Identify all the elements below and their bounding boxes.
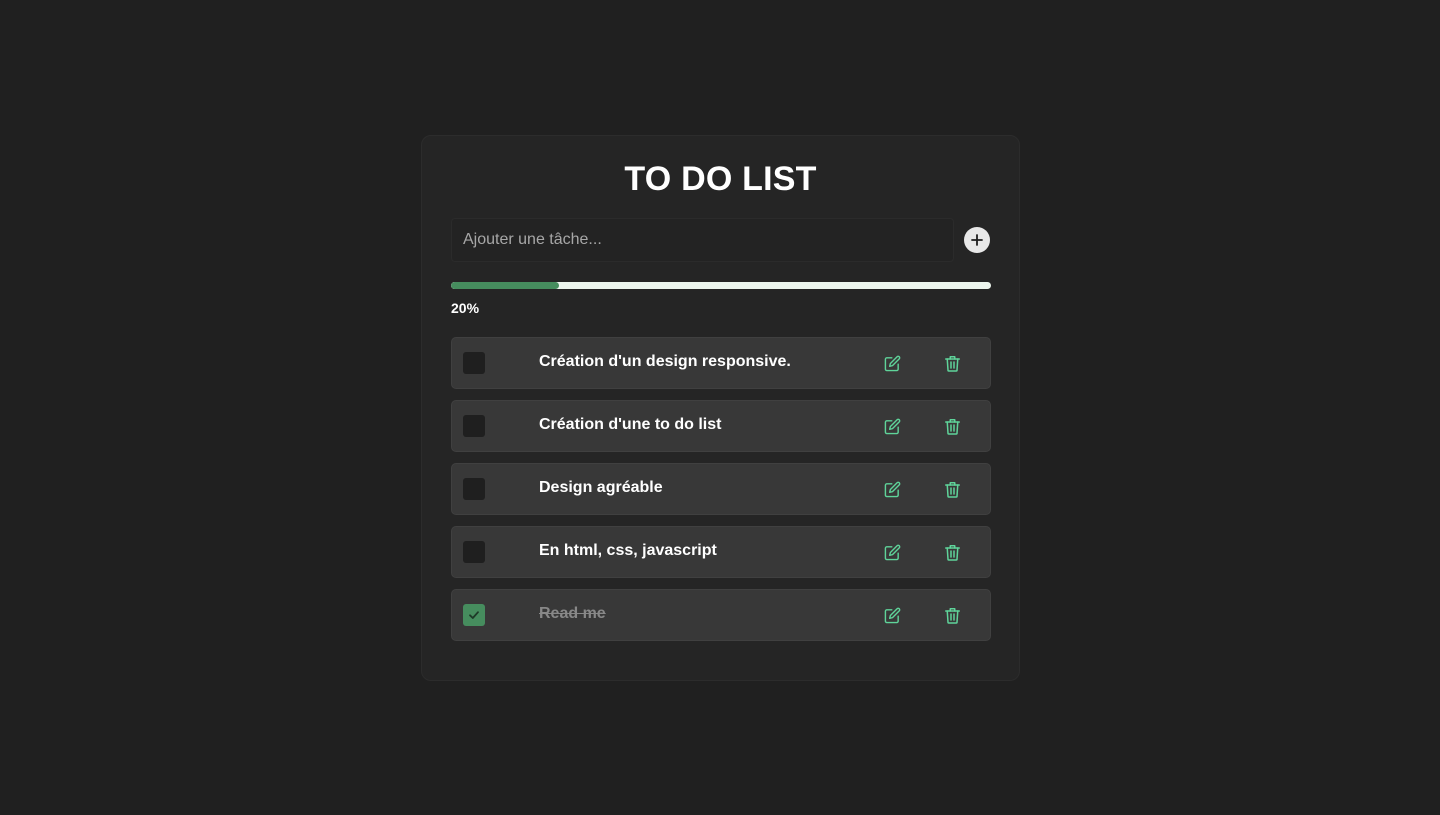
task-checkbox[interactable] [463, 541, 485, 563]
trash-icon [944, 418, 960, 435]
task-input[interactable] [451, 218, 955, 262]
task-list: Création d'un design responsive. Créatio… [451, 337, 991, 641]
pencil-square-icon [884, 481, 900, 497]
task-item: Création d'un design responsive. [451, 337, 991, 389]
pencil-square-icon [884, 544, 900, 560]
edit-button[interactable] [882, 605, 902, 625]
task-item: En html, css, javascript [451, 526, 991, 578]
edit-button[interactable] [882, 542, 902, 562]
trash-icon [944, 355, 960, 372]
edit-button[interactable] [882, 416, 902, 436]
progress-label: 20% [451, 300, 480, 316]
task-item: Design agréable [451, 463, 991, 515]
delete-button[interactable] [942, 542, 962, 562]
task-text: Création d'une to do list [539, 416, 722, 433]
trash-icon [944, 607, 960, 624]
delete-button[interactable] [942, 353, 962, 373]
edit-button[interactable] [882, 353, 902, 373]
delete-button[interactable] [942, 479, 962, 499]
progress-bar [451, 282, 991, 289]
pencil-square-icon [884, 355, 900, 371]
delete-button[interactable] [942, 416, 962, 436]
check-icon [469, 611, 479, 619]
task-checkbox[interactable] [463, 604, 485, 626]
pencil-square-icon [884, 418, 900, 434]
pencil-square-icon [884, 607, 900, 623]
trash-icon [944, 544, 960, 561]
edit-button[interactable] [882, 479, 902, 499]
delete-button[interactable] [942, 605, 962, 625]
add-task-button[interactable] [964, 227, 990, 253]
task-checkbox[interactable] [463, 478, 485, 500]
task-item: Read me [451, 589, 991, 641]
page-title: TO DO LIST [624, 160, 817, 198]
task-text: En html, css, javascript [539, 542, 717, 559]
plus-icon [971, 234, 983, 246]
trash-icon [944, 481, 960, 498]
task-item: Création d'une to do list [451, 400, 991, 452]
task-text: Read me [539, 605, 606, 622]
task-text: Design agréable [539, 479, 663, 496]
task-text: Création d'un design responsive. [539, 353, 791, 370]
add-task-row [451, 218, 990, 262]
progress-fill [451, 282, 559, 289]
task-checkbox[interactable] [463, 352, 485, 374]
task-checkbox[interactable] [463, 415, 485, 437]
todo-card: TO DO LIST 20% Création d'un design resp… [421, 135, 1020, 681]
